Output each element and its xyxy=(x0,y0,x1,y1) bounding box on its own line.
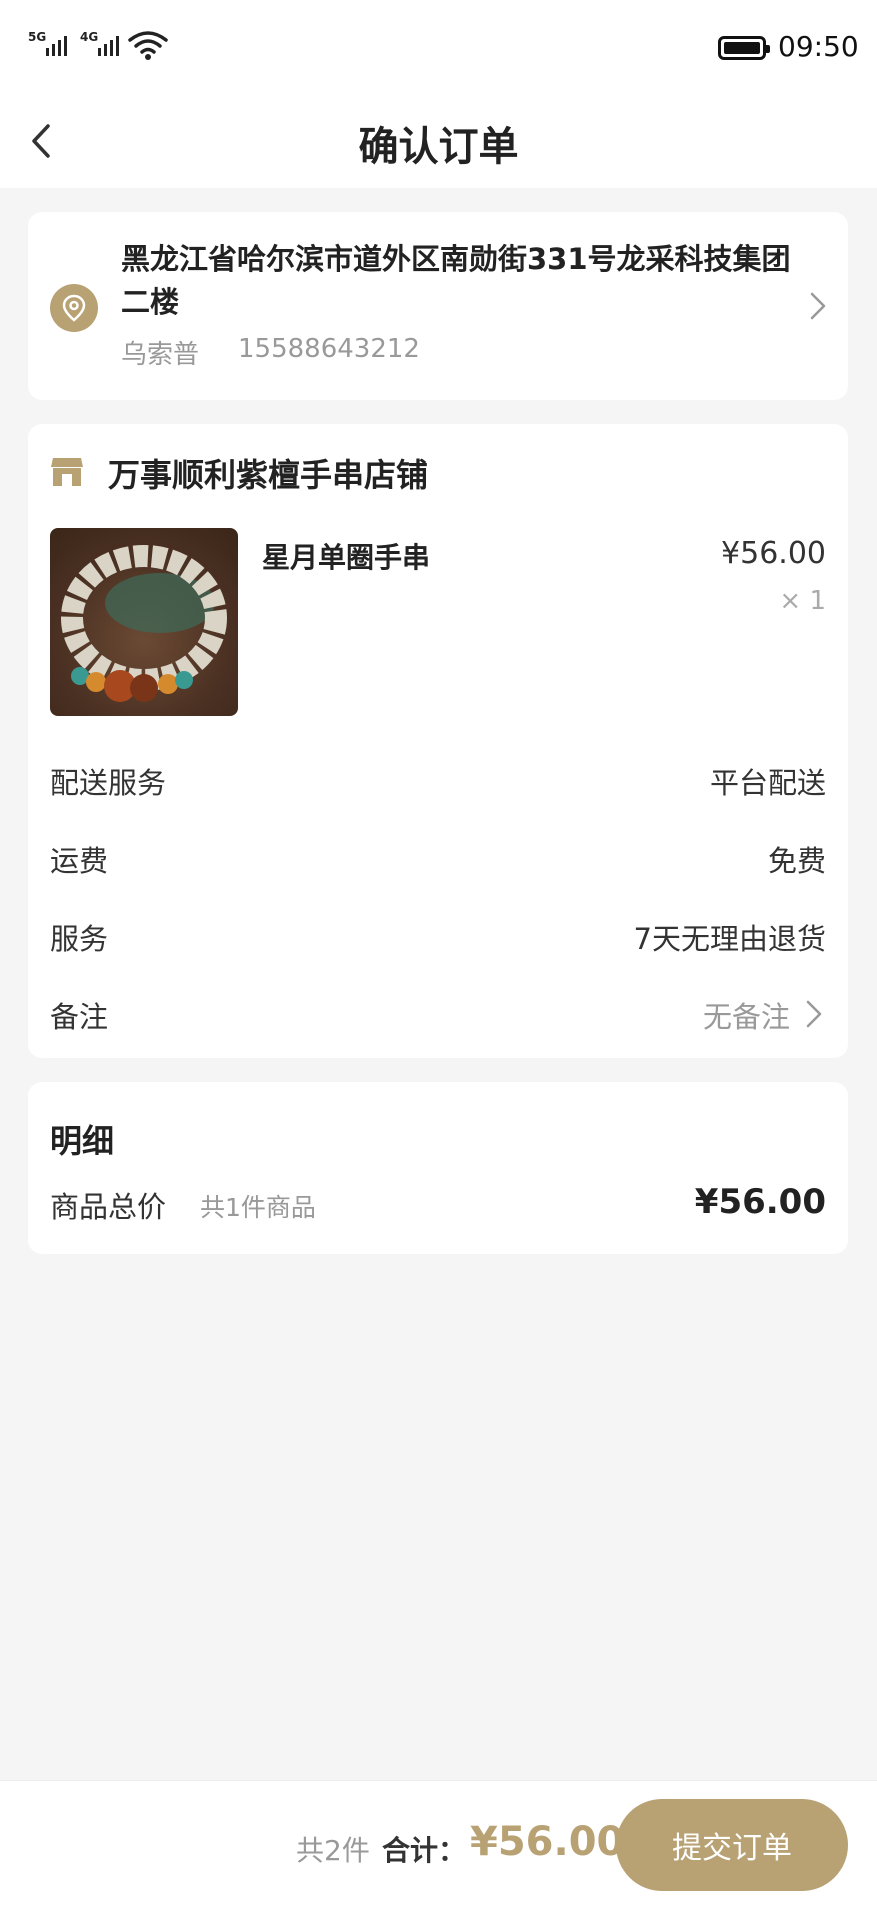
product-price: ¥56.00 xyxy=(721,536,826,571)
detail-card: 明细 商品总价 共1件商品 ¥56.00 xyxy=(28,1082,848,1254)
row-value: 免费 xyxy=(767,844,826,878)
chevron-right-icon xyxy=(806,1000,822,1028)
battery-icon xyxy=(718,36,770,60)
address-card[interactable]: 黑龙江省哈尔滨市道外区南勋街331号龙采科技集团二楼 乌索普 155886432… xyxy=(28,212,848,400)
total-label: 合计： xyxy=(382,1834,467,1867)
shop-icon xyxy=(51,458,83,486)
product-name: 星月单圈手串 xyxy=(262,541,431,574)
recipient-name: 乌索普 xyxy=(121,340,200,370)
row-value: 7天无理由退货 xyxy=(633,922,826,956)
nav-bar: 确认订单 xyxy=(0,96,877,188)
bottom-bar: 共2件 合计： ¥56.00 提交订单 xyxy=(0,1780,877,1911)
chevron-right-icon xyxy=(810,292,826,320)
status-time: 09:50 xyxy=(778,30,859,63)
shop-card: 万事顺利紫檀手串店铺 星月单圈手串 ¥56.00 × 1 配送服务 平台配送 运… xyxy=(28,424,848,1058)
row-label: 服务 xyxy=(50,922,109,956)
row-value: 平台配送 xyxy=(709,766,826,800)
total-count: 共2件 xyxy=(296,1834,370,1867)
product-image[interactable] xyxy=(50,528,238,716)
shipping-fee-row: 运费 免费 xyxy=(50,838,826,878)
recipient-phone: 15588643212 xyxy=(238,334,420,364)
address-text: 黑龙江省哈尔滨市道外区南勋街331号龙采科技集团二楼 xyxy=(121,242,791,319)
page-title: 确认订单 xyxy=(358,124,519,170)
signal-4g-label: 4G xyxy=(80,30,99,44)
signal-5g-icon xyxy=(46,36,67,56)
signal-5g-label: 5G xyxy=(28,30,47,44)
status-bar: 5G 4G 09:50 xyxy=(0,0,877,96)
row-label: 备注 xyxy=(50,1000,109,1034)
wifi-icon xyxy=(128,31,168,60)
service-row: 服务 7天无理由退货 xyxy=(50,916,826,956)
total-amount: ¥56.00 xyxy=(470,1819,625,1865)
row-value: 无备注 xyxy=(702,1000,790,1034)
total-price-label: 商品总价 xyxy=(50,1190,167,1224)
signal-4g-icon xyxy=(98,36,119,56)
submit-order-button[interactable]: 提交订单 xyxy=(616,1799,848,1891)
product-quantity: × 1 xyxy=(779,586,826,616)
detail-title: 明细 xyxy=(50,1122,115,1160)
total-price-value: ¥56.00 xyxy=(694,1182,826,1222)
row-label: 运费 xyxy=(50,844,109,878)
remark-row[interactable]: 备注 无备注 xyxy=(50,994,826,1034)
item-count: 共1件商品 xyxy=(200,1193,316,1222)
shop-name: 万事顺利紫檀手串店铺 xyxy=(108,456,429,494)
row-label: 配送服务 xyxy=(50,766,167,800)
delivery-service-row: 配送服务 平台配送 xyxy=(50,760,826,800)
location-icon xyxy=(50,284,98,332)
